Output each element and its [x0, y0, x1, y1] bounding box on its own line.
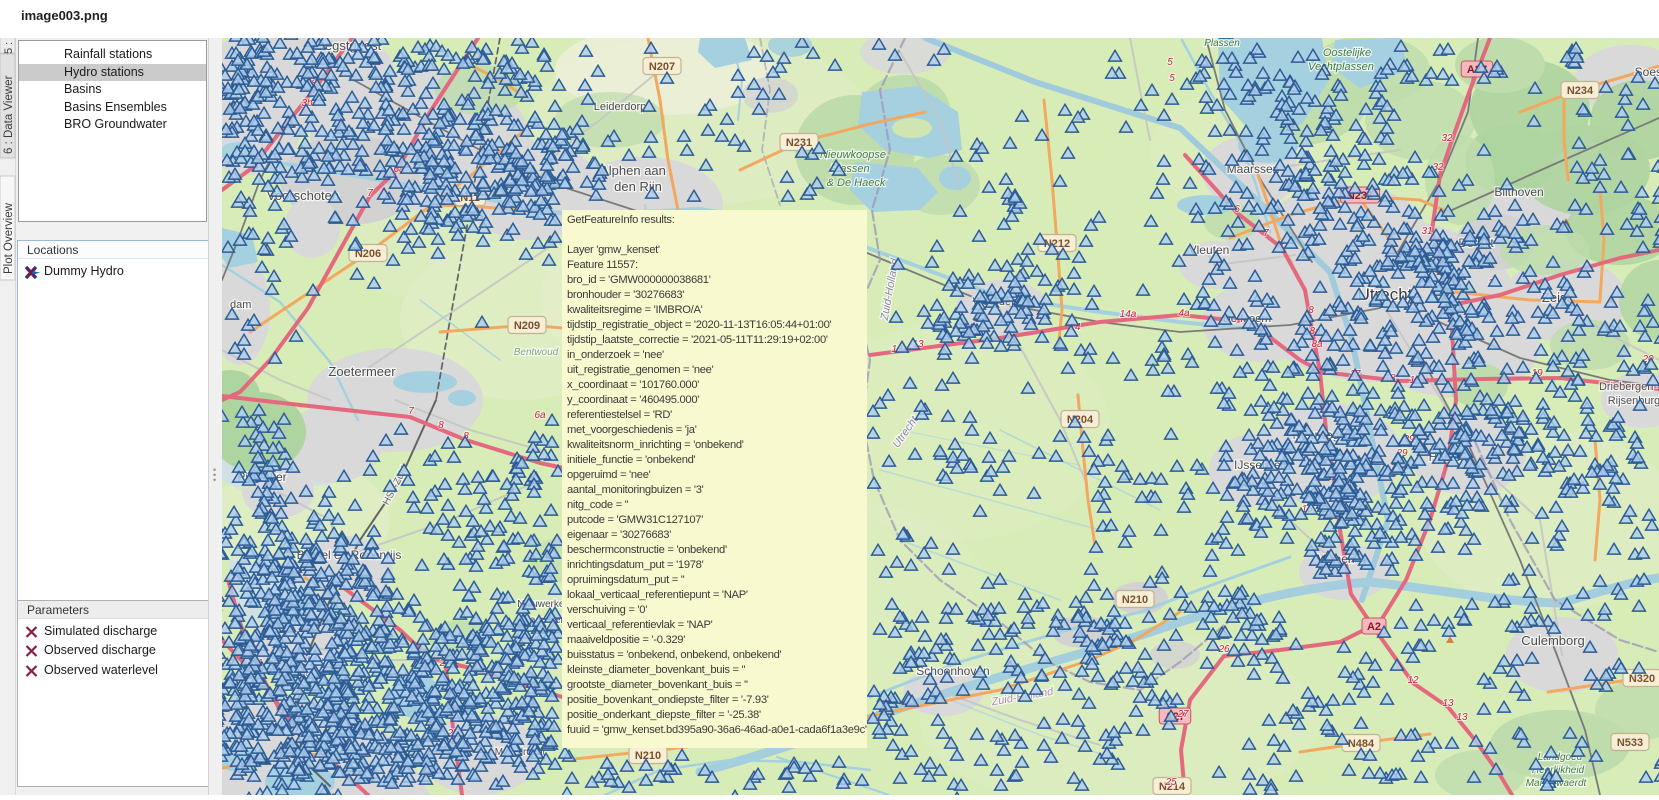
svg-text:6a: 6a — [534, 410, 546, 421]
svg-text:Bentwoud: Bentwoud — [514, 347, 559, 358]
svg-text:31: 31 — [1421, 226, 1432, 237]
svg-text:N209: N209 — [514, 320, 540, 332]
svg-text:13: 13 — [1442, 698, 1454, 709]
svg-text:A2: A2 — [1367, 621, 1381, 633]
svg-text:Culemborg: Culemborg — [1521, 633, 1585, 648]
svg-text:N320: N320 — [1629, 673, 1655, 685]
svg-text:5: 5 — [1167, 57, 1173, 68]
svg-text:& De Haeck: & De Haeck — [827, 177, 886, 189]
svg-text:7: 7 — [408, 406, 414, 417]
svg-text:Plot Overview: Plot Overview — [3, 202, 15, 274]
svg-text:N533: N533 — [1617, 737, 1643, 749]
svg-text:27: 27 — [1176, 709, 1189, 720]
svg-text:Leiderdorp: Leiderdorp — [594, 101, 647, 113]
svg-text:N210: N210 — [1122, 594, 1148, 606]
svg-text:N234: N234 — [1567, 85, 1594, 97]
svg-text:25: 25 — [1164, 777, 1177, 788]
svg-text:7: 7 — [367, 188, 373, 199]
svg-text:13: 13 — [1456, 712, 1468, 723]
svg-text:Alphen aan: Alphen aan — [600, 163, 666, 178]
svg-text:Nieuwkoopse: Nieuwkoopse — [820, 149, 886, 161]
svg-text:Oostelijke: Oostelijke — [1323, 47, 1371, 59]
svg-text:N231: N231 — [786, 137, 812, 149]
svg-text:4a: 4a — [1178, 308, 1190, 319]
svg-text:32: 32 — [1441, 133, 1453, 144]
svg-text:Rijsenburg: Rijsenburg — [1608, 395, 1659, 407]
svg-text:N212: N212 — [1044, 238, 1070, 250]
svg-text:5: 5 — [1169, 73, 1175, 84]
svg-text:5 : F: 5 : F — [3, 38, 15, 54]
svg-text:Vechtplassen: Vechtplassen — [1308, 61, 1374, 73]
svg-text:Plassen: Plassen — [1204, 38, 1240, 49]
svg-text:6 : Data Viewer: 6 : Data Viewer — [3, 75, 15, 154]
svg-text:N210: N210 — [635, 750, 661, 762]
svg-text:14a: 14a — [1120, 309, 1137, 320]
svg-text:Zoetermeer: Zoetermeer — [328, 364, 396, 379]
svg-text:12: 12 — [1407, 675, 1419, 686]
svg-text:8: 8 — [438, 420, 444, 431]
svg-text:N207: N207 — [649, 61, 675, 73]
